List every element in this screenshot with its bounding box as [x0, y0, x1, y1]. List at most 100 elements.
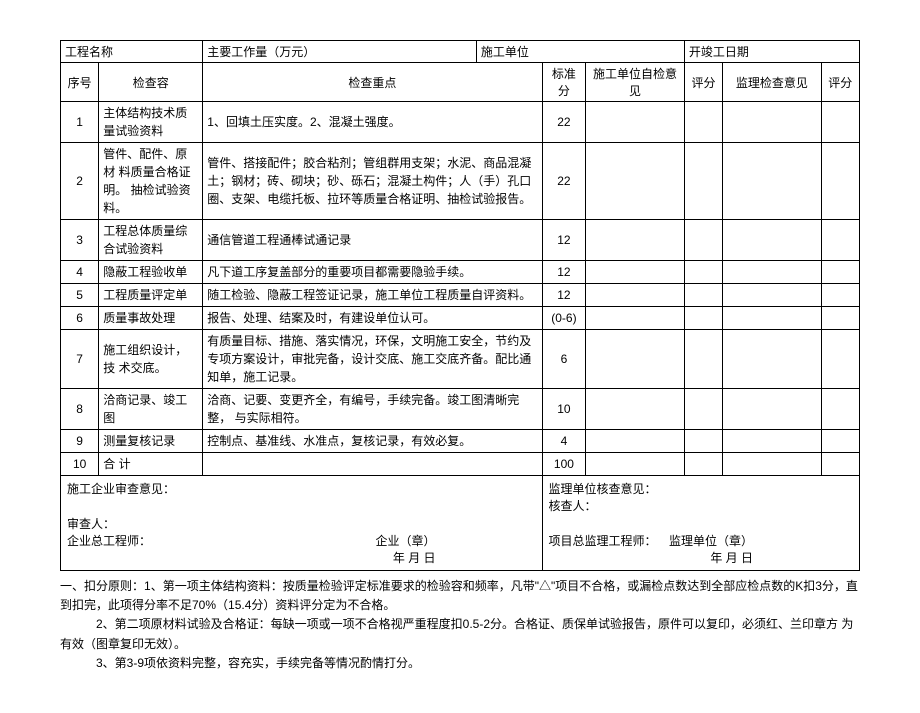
cell-key: 洽商、记要、变更齐全，有编号，手续完备。竣工图清晰完整， 与实际相符。: [203, 389, 542, 430]
cell-score1: [684, 430, 722, 453]
cell-std: 12: [542, 220, 586, 261]
cell-std: 10: [542, 389, 586, 430]
col-self-opinion: 施工单位自检意见: [586, 63, 685, 102]
table-row: 6质量事故处理报告、处理、结案及时，有建设单位认可。(0-6): [61, 307, 860, 330]
footer-right-reviewer: 核查人：: [549, 497, 853, 514]
cell-std: 22: [542, 102, 586, 143]
cell-seq: 6: [61, 307, 99, 330]
cell-std: 22: [542, 143, 586, 220]
table-row: 7施工组织设计，技 术交底。有质量目标、措施、落实情况，环保，文明施工安全，节约…: [61, 330, 860, 389]
footer-left-title: 施工企业审查意见：: [67, 480, 536, 497]
cell-seq: 4: [61, 261, 99, 284]
header-row-1: 工程名称 主要工作量（万元） 施工单位 开竣工日期: [61, 41, 860, 63]
table-row: 4隐蔽工程验收单凡下道工序复盖部分的重要项目都需要隐验手续。12: [61, 261, 860, 284]
col-score1: 评分: [684, 63, 722, 102]
footer-row: 施工企业审查意见： 审查人： 企业总工程师： 企业（章） 年 月 日 监理单位核…: [61, 476, 860, 571]
cell-seq: 7: [61, 330, 99, 389]
cell-score2: [821, 102, 859, 143]
cell-seq: 5: [61, 284, 99, 307]
footer-left-engineer: 企业总工程师：: [67, 534, 151, 548]
footer-right-seal: 监理单位（章）: [669, 532, 753, 549]
cell-score2: [821, 220, 859, 261]
footer-right-title: 监理单位核查意见：: [549, 480, 853, 497]
cell-score2: [821, 330, 859, 389]
cell-self: [586, 307, 685, 330]
cell-self: [586, 143, 685, 220]
cell-score1: [684, 453, 722, 476]
cell-content: 洽商记录、竣工图: [99, 389, 203, 430]
cell-supervisor: [723, 143, 821, 220]
cell-score1: [684, 330, 722, 389]
note-1: 1、第一项主体结构资料：按质量检验评定标准要求的检验容和频率，凡带"△"项目不合…: [60, 579, 858, 612]
cell-key: 报告、处理、结案及时，有建设单位认可。: [203, 307, 542, 330]
project-name-label: 工程名称: [61, 41, 203, 63]
table-row: 1主体结构技术质 量试验资料1、回填土压实度。2、混凝土强度。22: [61, 102, 860, 143]
cell-supervisor: [723, 330, 821, 389]
start-complete-date-label: 开竣工日期: [684, 41, 859, 63]
cell-key: [203, 453, 542, 476]
cell-content: 质量事故处理: [99, 307, 203, 330]
table-row: 2管件、配件、原材 料质量合格证明。 抽检试验资料。管件、搭接配件；胶合粘剂；管…: [61, 143, 860, 220]
cell-score1: [684, 102, 722, 143]
cell-std: 12: [542, 284, 586, 307]
col-content: 检查容: [99, 63, 203, 102]
cell-std: 4: [542, 430, 586, 453]
cell-seq: 8: [61, 389, 99, 430]
cell-supervisor: [723, 307, 821, 330]
cell-self: [586, 389, 685, 430]
col-score2: 评分: [821, 63, 859, 102]
cell-score2: [821, 307, 859, 330]
cell-score2: [821, 453, 859, 476]
cell-key: 通信管道工程通棒试通记录: [203, 220, 542, 261]
cell-std: 6: [542, 330, 586, 389]
notes-prefix: 一、扣分原则：: [60, 579, 144, 593]
footer-right: 监理单位核查意见： 核查人： 项目总监理工程师： 监理单位（章） 年 月 日: [542, 476, 859, 571]
cell-score2: [821, 284, 859, 307]
col-std: 标准分: [542, 63, 586, 102]
cell-key: 有质量目标、措施、落实情况，环保，文明施工安全，节约及 专项方案设计，审批完备，…: [203, 330, 542, 389]
cell-seq: 3: [61, 220, 99, 261]
cell-score1: [684, 307, 722, 330]
cell-seq: 2: [61, 143, 99, 220]
cell-seq: 10: [61, 453, 99, 476]
table-row: 10合 计 100: [61, 453, 860, 476]
footer-left: 施工企业审查意见： 审查人： 企业总工程师： 企业（章） 年 月 日: [61, 476, 543, 571]
cell-self: [586, 430, 685, 453]
footer-left-reviewer: 审查人：: [67, 515, 536, 532]
column-header-row: 序号 检查容 检查重点 标准分 施工单位自检意见 评分 监理检查意见 评分: [61, 63, 860, 102]
cell-std: 100: [542, 453, 586, 476]
table-row: 3工程总体质量综 合试验资料通信管道工程通棒试通记录12: [61, 220, 860, 261]
cell-key: 管件、搭接配件；胶合粘剂；管组群用支架；水泥、商品混凝 土；钢材；砖、砌块；砂、…: [203, 143, 542, 220]
cell-content: 主体结构技术质 量试验资料: [99, 102, 203, 143]
footer-left-seal: 企业（章）: [376, 532, 436, 549]
note-2: 2、第二项原材料试验及合格证：每缺一项或一项不合格视严重程度扣0.5-2分。合格…: [60, 615, 860, 653]
notes-section: 一、扣分原则：1、第一项主体结构资料：按质量检验评定标准要求的检验容和频率，凡带…: [60, 577, 860, 673]
cell-content: 管件、配件、原材 料质量合格证明。 抽检试验资料。: [99, 143, 203, 220]
cell-content: 施工组织设计，技 术交底。: [99, 330, 203, 389]
cell-content: 工程质量评定单: [99, 284, 203, 307]
table-row: 8洽商记录、竣工图洽商、记要、变更齐全，有编号，手续完备。竣工图清晰完整， 与实…: [61, 389, 860, 430]
main-workload-label: 主要工作量（万元）: [203, 41, 477, 63]
cell-key: 1、回填土压实度。2、混凝土强度。: [203, 102, 542, 143]
construction-unit-label: 施工单位: [476, 41, 684, 63]
cell-score1: [684, 220, 722, 261]
evaluation-table: 工程名称 主要工作量（万元） 施工单位 开竣工日期 序号 检查容 检查重点 标准…: [60, 40, 860, 571]
col-key: 检查重点: [203, 63, 542, 102]
cell-seq: 1: [61, 102, 99, 143]
cell-supervisor: [723, 261, 821, 284]
note-3: 3、第3-9项依资料完整，容充实，手续完备等情况酌情打分。: [60, 654, 860, 673]
footer-right-date: 年 月 日: [710, 549, 753, 566]
table-row: 5工程质量评定单随工检验、隐蔽工程签证记录，施工单位工程质量自评资料。12: [61, 284, 860, 307]
cell-key: 凡下道工序复盖部分的重要项目都需要隐验手续。: [203, 261, 542, 284]
cell-self: [586, 453, 685, 476]
cell-supervisor: [723, 284, 821, 307]
cell-score2: [821, 389, 859, 430]
cell-self: [586, 261, 685, 284]
cell-content: 测量复核记录: [99, 430, 203, 453]
cell-score1: [684, 261, 722, 284]
cell-self: [586, 102, 685, 143]
cell-content: 合 计: [99, 453, 203, 476]
cell-key: 控制点、基准线、水准点，复核记录，有效必复。: [203, 430, 542, 453]
cell-std: (0-6): [542, 307, 586, 330]
cell-supervisor: [723, 430, 821, 453]
